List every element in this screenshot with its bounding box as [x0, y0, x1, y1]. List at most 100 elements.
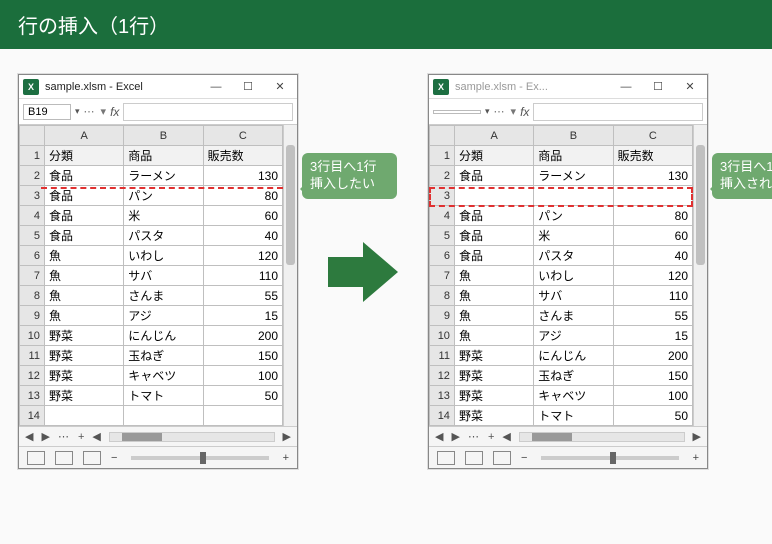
zoom-slider[interactable] — [541, 456, 678, 460]
cell[interactable]: さんま — [534, 306, 613, 326]
cell[interactable]: 110 — [203, 266, 282, 286]
cell[interactable]: 200 — [203, 326, 282, 346]
cell[interactable]: 15 — [203, 306, 282, 326]
row-header[interactable]: 3 — [20, 186, 45, 206]
cell[interactable]: 食品 — [454, 206, 533, 226]
row-header[interactable]: 14 — [20, 406, 45, 426]
column-header[interactable]: A — [454, 126, 533, 146]
cell[interactable]: 魚 — [454, 306, 533, 326]
sheet-tabs-icon[interactable]: ⋯ — [58, 430, 70, 443]
cell[interactable] — [44, 406, 123, 426]
row-header[interactable]: 13 — [20, 386, 45, 406]
cell[interactable]: さんま — [124, 286, 203, 306]
row-header[interactable]: 5 — [430, 226, 455, 246]
cell[interactable]: トマト — [124, 386, 203, 406]
next-sheet-icon[interactable]: ▶ — [41, 430, 49, 443]
column-header[interactable]: B — [534, 126, 613, 146]
vertical-scrollbar[interactable] — [283, 125, 297, 426]
maximize-button[interactable]: ☐ — [645, 78, 671, 96]
row-header[interactable]: 12 — [430, 366, 455, 386]
close-button[interactable]: ✕ — [267, 78, 293, 96]
column-header[interactable]: A — [44, 126, 123, 146]
vertical-scrollbar[interactable] — [693, 125, 707, 426]
chevron-down-icon[interactable]: ▾ — [511, 105, 517, 118]
cell[interactable]: 野菜 — [454, 406, 533, 426]
cell[interactable]: 食品 — [44, 206, 123, 226]
view-pagelayout-icon[interactable] — [55, 451, 73, 465]
cell[interactable]: 130 — [613, 166, 692, 186]
row-header[interactable]: 10 — [20, 326, 45, 346]
chevron-down-icon[interactable]: ▾ — [101, 105, 107, 118]
fx-icon[interactable]: fx — [110, 105, 119, 119]
namebox-dropdown-icon[interactable]: ▾ — [485, 106, 490, 117]
view-pagebreak-icon[interactable] — [83, 451, 101, 465]
maximize-button[interactable]: ☐ — [235, 78, 261, 96]
cell[interactable]: 分類 — [44, 146, 123, 166]
cell[interactable]: 80 — [203, 186, 282, 206]
select-all-cell[interactable] — [430, 126, 455, 146]
cell[interactable]: 110 — [613, 286, 692, 306]
cell[interactable]: 分類 — [454, 146, 533, 166]
sheet-tabs-icon[interactable]: ⋯ — [468, 430, 480, 443]
titlebar[interactable]: X sample.xlsm - Excel — ☐ ✕ — [19, 75, 297, 99]
cell[interactable]: 食品 — [454, 166, 533, 186]
add-sheet-icon[interactable]: + — [488, 431, 494, 443]
cell[interactable]: 60 — [613, 226, 692, 246]
next-sheet-icon[interactable]: ▶ — [451, 430, 459, 443]
cell[interactable]: 野菜 — [44, 346, 123, 366]
cell[interactable]: 食品 — [44, 186, 123, 206]
cell[interactable]: 野菜 — [44, 366, 123, 386]
cell[interactable]: ラーメン — [534, 166, 613, 186]
cell[interactable]: 50 — [613, 406, 692, 426]
row-header[interactable]: 7 — [430, 266, 455, 286]
cell[interactable]: サバ — [534, 286, 613, 306]
cell[interactable]: アジ — [124, 306, 203, 326]
horizontal-scrollbar[interactable] — [109, 432, 275, 442]
view-normal-icon[interactable] — [27, 451, 45, 465]
row-header[interactable]: 3 — [430, 186, 455, 206]
name-box[interactable]: B19 — [23, 104, 71, 120]
cell[interactable]: 野菜 — [454, 366, 533, 386]
formula-bar[interactable] — [123, 103, 293, 121]
cell[interactable]: トマト — [534, 406, 613, 426]
cell[interactable]: にんじん — [534, 346, 613, 366]
row-header[interactable]: 7 — [20, 266, 45, 286]
cell[interactable]: 120 — [613, 266, 692, 286]
cell[interactable]: 60 — [203, 206, 282, 226]
hscroll-thumb[interactable] — [122, 433, 162, 441]
cell[interactable]: 40 — [613, 246, 692, 266]
row-header[interactable]: 6 — [430, 246, 455, 266]
cell[interactable]: 食品 — [44, 226, 123, 246]
hscroll-left-icon[interactable]: ◀ — [502, 430, 510, 443]
cell[interactable]: 商品 — [124, 146, 203, 166]
cell[interactable]: パン — [124, 186, 203, 206]
hscroll-right-icon[interactable]: ▶ — [283, 430, 291, 443]
cell[interactable]: 80 — [613, 206, 692, 226]
cell[interactable]: 魚 — [44, 306, 123, 326]
row-header[interactable]: 11 — [20, 346, 45, 366]
cell[interactable]: 40 — [203, 226, 282, 246]
scrollbar-thumb[interactable] — [696, 145, 705, 265]
view-pagelayout-icon[interactable] — [465, 451, 483, 465]
prev-sheet-icon[interactable]: ◀ — [435, 430, 443, 443]
cell[interactable]: パスタ — [534, 246, 613, 266]
row-header[interactable]: 4 — [430, 206, 455, 226]
row-header[interactable]: 1 — [20, 146, 45, 166]
add-sheet-icon[interactable]: + — [78, 431, 84, 443]
cell[interactable]: 魚 — [454, 266, 533, 286]
zoom-slider[interactable] — [131, 456, 268, 460]
minimize-button[interactable]: — — [203, 78, 229, 96]
cell[interactable]: 120 — [203, 246, 282, 266]
cell[interactable]: 15 — [613, 326, 692, 346]
fx-icon[interactable]: fx — [520, 105, 529, 119]
column-header[interactable]: C — [613, 126, 692, 146]
cell[interactable]: 魚 — [454, 286, 533, 306]
cell[interactable]: 魚 — [44, 266, 123, 286]
cell[interactable]: 米 — [124, 206, 203, 226]
zoom-out-icon[interactable]: − — [111, 452, 117, 464]
row-header[interactable]: 9 — [430, 306, 455, 326]
ellipsis-icon[interactable]: ⋯ — [84, 105, 95, 118]
cell[interactable]: 食品 — [454, 246, 533, 266]
cell[interactable]: 50 — [203, 386, 282, 406]
cell[interactable]: 商品 — [534, 146, 613, 166]
